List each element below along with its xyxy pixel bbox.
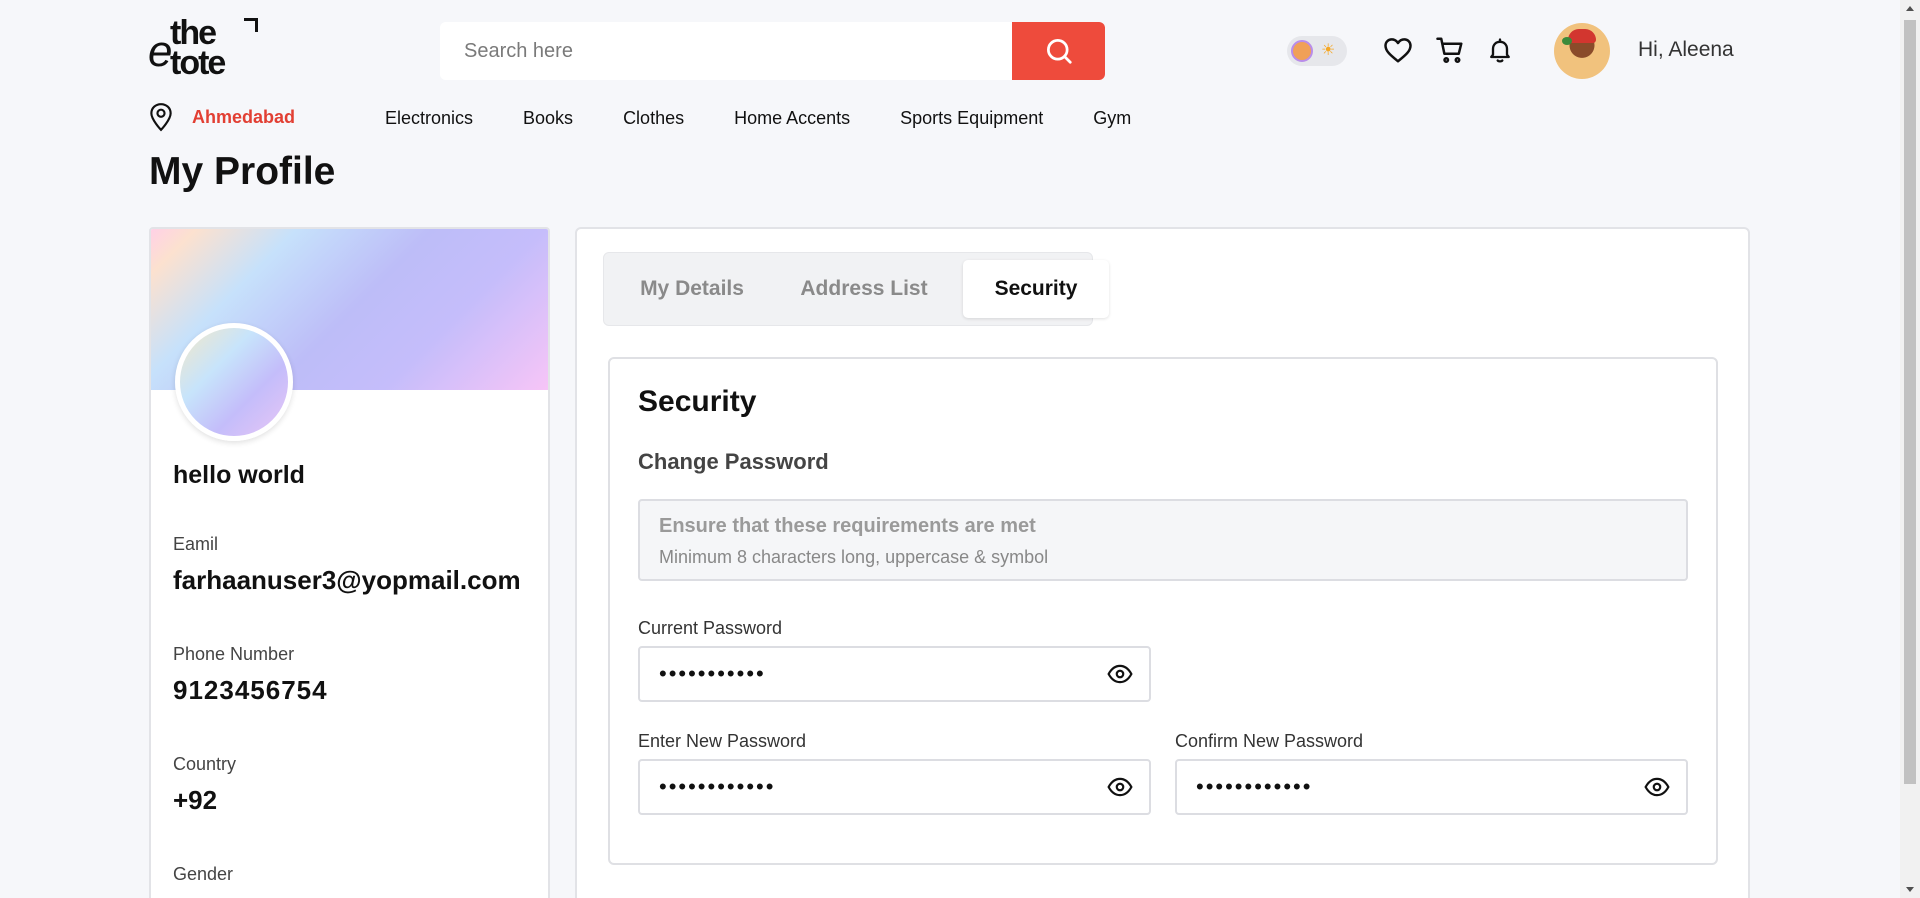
user-avatar[interactable] — [1554, 23, 1610, 79]
requirements-text: Minimum 8 characters long, uppercase & s… — [659, 547, 1049, 567]
theme-toggle-knob — [1291, 40, 1313, 62]
email-label: Eamil — [173, 534, 219, 554]
location-selector[interactable] — [148, 102, 174, 137]
confirm-password-value: •••••••••••• — [1196, 774, 1313, 799]
location-name[interactable]: Ahmedabad — [192, 107, 295, 128]
tab-address-list[interactable]: Address List — [784, 260, 944, 318]
tab-security[interactable]: Security — [963, 260, 1109, 318]
page-scrollbar[interactable] — [1900, 0, 1920, 898]
map-pin-icon — [150, 103, 172, 132]
profile-avatar[interactable] — [175, 323, 293, 441]
cart-icon — [1436, 37, 1463, 64]
profile-tabs: My Details Address List Security — [603, 252, 1109, 326]
search-input[interactable] — [440, 22, 1012, 80]
change-password-heading: Change Password — [638, 449, 829, 474]
avatar-leaf — [1562, 37, 1572, 45]
notifications-button[interactable] — [1484, 34, 1516, 66]
nav-item-clothes[interactable]: Clothes — [623, 108, 684, 129]
wishlist-button[interactable] — [1382, 34, 1414, 66]
nav-item-home-accents[interactable]: Home Accents — [734, 108, 850, 129]
logo-mark: e — [148, 27, 173, 76]
phone-value: 9123456754 — [173, 675, 328, 705]
brand-logo[interactable]: e the tote — [148, 16, 262, 82]
country-value: +92 — [173, 785, 218, 815]
profile-name: hello world — [173, 461, 305, 489]
requirements-title: Ensure that these requirements are met — [659, 515, 1036, 537]
scroll-down-arrow-icon[interactable] — [1900, 880, 1920, 898]
scrollbar-thumb[interactable] — [1904, 20, 1916, 784]
security-section: Security Change Password Ensure that the… — [608, 357, 1718, 865]
heart-icon — [1384, 38, 1412, 63]
current-password-field[interactable]: ••••••••••• — [638, 646, 1151, 702]
tab-my-details[interactable]: My Details — [612, 260, 772, 318]
nav-item-gym[interactable]: Gym — [1093, 108, 1131, 129]
profile-card: hello world Eamil farhaanuser3@yopmail.c… — [149, 227, 550, 898]
current-password-label: Current Password — [638, 618, 783, 638]
cart-button[interactable] — [1434, 34, 1466, 66]
country-label: Country — [173, 754, 237, 774]
category-nav: Electronics Books Clothes Home Accents S… — [385, 108, 1181, 129]
current-password-value: ••••••••••• — [659, 661, 766, 686]
logo-text-line2: tote — [170, 44, 226, 82]
security-title: Security — [638, 385, 757, 418]
eye-icon[interactable] — [1107, 776, 1133, 798]
email-value: farhaanuser3@yopmail.com — [173, 565, 521, 595]
logo-corner-mark — [244, 18, 258, 32]
new-password-label: Enter New Password — [638, 731, 807, 751]
search-button[interactable] — [1012, 22, 1105, 80]
password-requirements: Ensure that these requirements are met M… — [638, 499, 1688, 581]
new-password-value: •••••••••••• — [659, 774, 776, 799]
bell-icon — [1490, 38, 1510, 63]
nav-item-sports-equipment[interactable]: Sports Equipment — [900, 108, 1043, 129]
search-bar — [440, 22, 1105, 80]
nav-item-books[interactable]: Books — [523, 108, 573, 129]
theme-toggle[interactable]: ☀ — [1287, 36, 1347, 66]
profile-main-panel: My Details Address List Security Securit… — [575, 227, 1750, 898]
new-password-field[interactable]: •••••••••••• — [638, 759, 1151, 815]
eye-icon[interactable] — [1107, 663, 1133, 685]
scroll-up-arrow-icon[interactable] — [1900, 0, 1920, 18]
phone-label: Phone Number — [173, 644, 295, 664]
eye-icon[interactable] — [1644, 776, 1670, 798]
page-title: My Profile — [149, 150, 336, 193]
nav-item-electronics[interactable]: Electronics — [385, 108, 473, 129]
gender-label: Gender — [173, 864, 234, 884]
sun-icon: ☀ — [1321, 42, 1336, 59]
confirm-password-label: Confirm New Password — [1175, 731, 1364, 751]
user-greeting[interactable]: Hi, Aleena — [1638, 38, 1734, 62]
search-icon — [1046, 39, 1072, 64]
avatar-flower-crown — [1568, 29, 1596, 43]
confirm-password-field[interactable]: •••••••••••• — [1175, 759, 1688, 815]
page: e the tote ☀ Hi, Aleena Ahmedabad Electr… — [0, 0, 1900, 898]
